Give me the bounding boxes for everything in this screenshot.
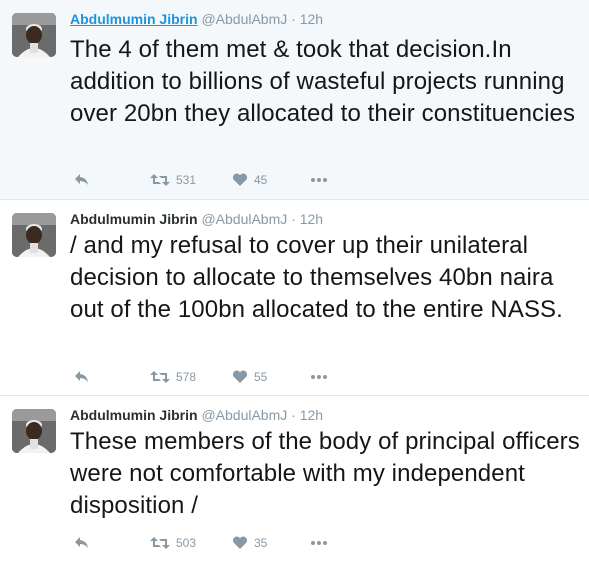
- more-icon: [311, 375, 327, 379]
- separator: ·: [291, 407, 296, 423]
- more-button[interactable]: [310, 170, 328, 190]
- reply-button[interactable]: [74, 533, 90, 553]
- reply-icon: [75, 371, 88, 382]
- display-name[interactable]: Abdulmumin Jibrin: [70, 407, 198, 423]
- tweet-header: Abdulmumin Jibrin @AbdulAbmJ · 12h: [70, 210, 323, 228]
- retweet-icon: [150, 174, 170, 186]
- like-count: 45: [254, 173, 268, 187]
- like-count: 35: [254, 536, 268, 550]
- timestamp[interactable]: 12h: [300, 407, 323, 423]
- tweet-header: Abdulmumin Jibrin @AbdulAbmJ · 12h: [70, 10, 323, 28]
- like-button[interactable]: 45: [232, 170, 267, 190]
- avatar[interactable]: [12, 409, 56, 453]
- tweet-text: These members of the body of principal o…: [70, 428, 580, 519]
- heart-icon: [232, 370, 248, 383]
- separator: ·: [291, 11, 296, 27]
- like-count: 55: [254, 370, 268, 384]
- avatar[interactable]: [12, 13, 56, 57]
- timestamp[interactable]: 12h: [300, 211, 323, 227]
- tweet[interactable]: Abdulmumin Jibrin @AbdulAbmJ · 12h The 4…: [0, 0, 589, 200]
- separator: ·: [291, 211, 296, 227]
- timestamp[interactable]: 12h: [300, 11, 323, 27]
- display-name[interactable]: Abdulmumin Jibrin: [70, 211, 198, 227]
- retweet-count: 503: [176, 536, 197, 550]
- handle[interactable]: @AbdulAbmJ: [201, 211, 287, 227]
- display-name[interactable]: Abdulmumin Jibrin: [70, 11, 198, 27]
- reply-icon: [75, 174, 88, 185]
- more-icon: [311, 541, 327, 545]
- retweet-icon: [150, 537, 170, 549]
- tweet-text: The 4 of them met & took that decision.I…: [70, 36, 576, 127]
- heart-icon: [232, 536, 248, 549]
- reply-icon: [75, 537, 88, 548]
- handle[interactable]: @AbdulAbmJ: [201, 11, 287, 27]
- heart-icon: [232, 173, 248, 186]
- handle[interactable]: @AbdulAbmJ: [201, 407, 287, 423]
- retweet-count: 531: [176, 173, 197, 187]
- retweet-button[interactable]: 531: [150, 170, 196, 190]
- reply-button[interactable]: [74, 367, 90, 387]
- like-button[interactable]: 35: [232, 533, 267, 553]
- tweet-header: Abdulmumin Jibrin @AbdulAbmJ · 12h: [70, 406, 323, 424]
- tweet-text: / and my refusal to cover up their unila…: [70, 232, 563, 323]
- retweet-button[interactable]: 503: [150, 533, 196, 553]
- more-button[interactable]: [310, 533, 328, 553]
- retweet-button[interactable]: 578: [150, 367, 196, 387]
- tweet[interactable]: Abdulmumin Jibrin @AbdulAbmJ · 12h These…: [0, 396, 589, 561]
- avatar[interactable]: [12, 213, 56, 257]
- reply-button[interactable]: [74, 170, 90, 190]
- retweet-count: 578: [176, 370, 197, 384]
- more-icon: [311, 178, 327, 182]
- like-button[interactable]: 55: [232, 367, 267, 387]
- more-button[interactable]: [310, 367, 328, 387]
- tweet[interactable]: Abdulmumin Jibrin @AbdulAbmJ · 12h / and…: [0, 200, 589, 396]
- retweet-icon: [150, 371, 170, 383]
